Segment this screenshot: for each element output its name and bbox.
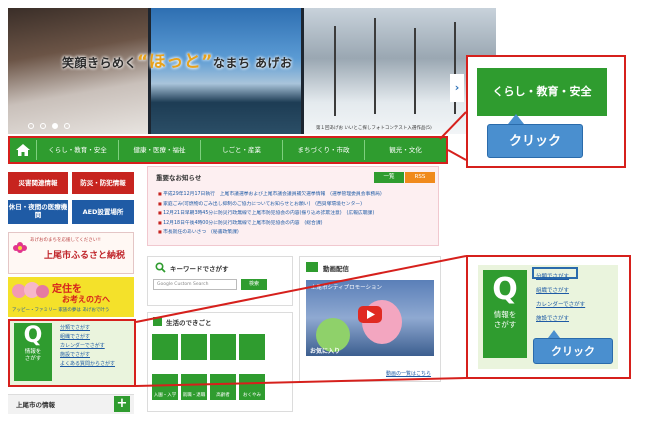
connector-lines — [135, 111, 467, 387]
